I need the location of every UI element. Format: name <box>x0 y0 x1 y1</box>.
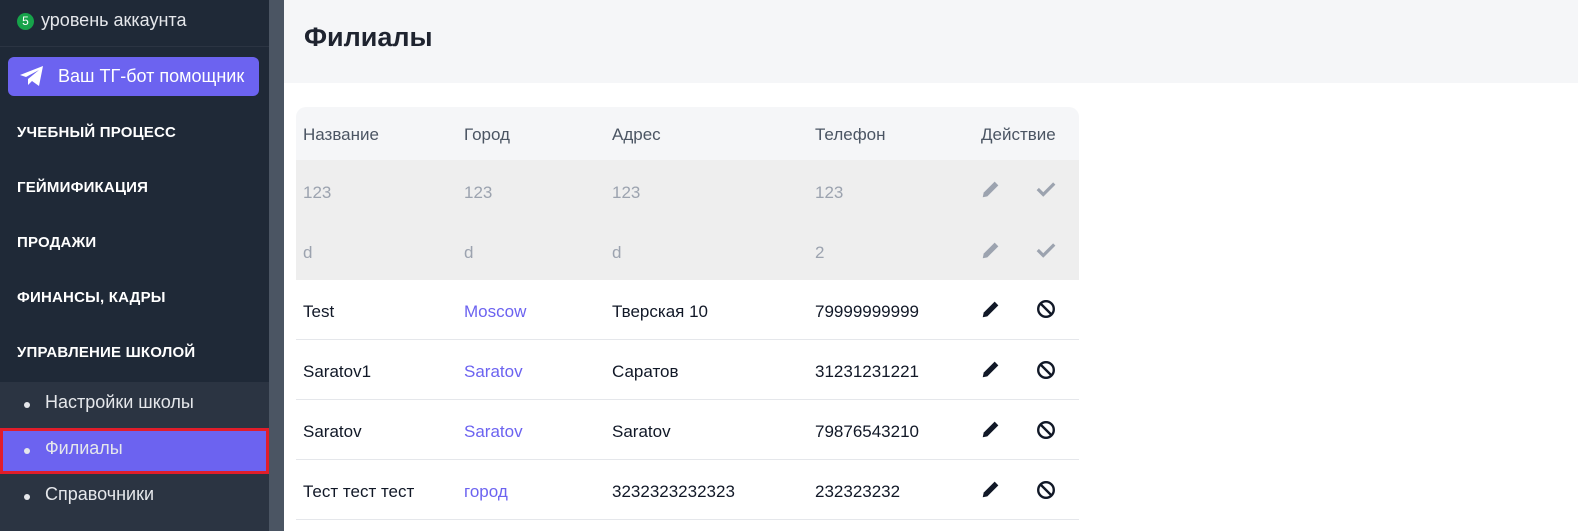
edit-icon[interactable] <box>980 358 1002 380</box>
main-content: Филиалы Название Город Адрес Телефон Дей… <box>284 0 1578 531</box>
block-icon[interactable] <box>1035 419 1057 441</box>
cell-name: Saratov <box>303 422 362 441</box>
column-header-action: Действие <box>981 125 1056 144</box>
cell-phone: 31231231221 <box>815 362 920 381</box>
table-row: Saratov Saratov Saratov 79876543210 <box>296 400 1079 460</box>
bullet-icon <box>24 448 30 454</box>
column-header-city[interactable]: Город <box>464 125 510 145</box>
cell-address: d <box>612 243 622 262</box>
sidebar-item-references[interactable]: Справочники <box>0 474 269 520</box>
block-icon[interactable] <box>1035 298 1057 320</box>
edit-icon[interactable] <box>980 298 1002 320</box>
cell-phone: 232323232 <box>815 482 901 501</box>
cell-city: 123 <box>464 183 493 202</box>
cell-city-link[interactable]: Saratov <box>464 422 523 442</box>
cell-phone: 123 <box>815 183 844 202</box>
table-row: Test Moscow Тверская 10 79999999999 <box>296 280 1079 340</box>
block-icon[interactable] <box>1035 359 1057 381</box>
edit-icon[interactable] <box>980 239 1002 261</box>
sidebar-section-finance[interactable]: ФИНАНСЫ, КАДРЫ <box>0 272 269 322</box>
cell-city-link[interactable]: Saratov <box>464 362 523 382</box>
account-level[interactable]: 5 уровень аккаунта <box>0 0 269 47</box>
cell-city-link[interactable]: город <box>464 482 508 502</box>
cell-address: 3232323232323 <box>612 482 735 501</box>
confirm-check-icon[interactable] <box>1035 239 1057 261</box>
cell-city-link[interactable]: Moscow <box>464 302 526 322</box>
sidebar-section-label: ПРОДАЖИ <box>17 234 97 251</box>
sidebar: 5 уровень аккаунта Ваш ТГ-бот помощник У… <box>0 0 269 531</box>
sidebar-item-label: Справочники <box>45 484 155 504</box>
column-header-name[interactable]: Название <box>303 125 379 145</box>
cell-address: Тверская 10 <box>612 302 708 321</box>
sidebar-submenu: Настройки школы Филиалы Справочники <box>0 382 269 531</box>
cell-phone: 2 <box>815 243 825 262</box>
cell-phone: 79999999999 <box>815 302 920 321</box>
sidebar-item-school-settings[interactable]: Настройки школы <box>0 382 269 428</box>
telegram-icon <box>20 66 43 86</box>
table-header: Название Город Адрес Телефон Действие <box>296 107 1079 160</box>
page-title: Филиалы <box>304 22 433 52</box>
account-level-badge: 5 <box>17 13 34 30</box>
draft-row: d d d 2 <box>296 220 1079 280</box>
sidebar-scrollbar[interactable] <box>269 0 284 531</box>
bullet-icon <box>24 402 30 408</box>
confirm-check-icon[interactable] <box>1035 178 1057 200</box>
sidebar-section-label: УПРАВЛЕНИЕ ШКОЛОЙ <box>17 344 196 361</box>
cell-name: Test <box>303 302 335 321</box>
edit-icon[interactable] <box>980 478 1002 500</box>
sidebar-section-learning[interactable]: УЧЕБНЫЙ ПРОЦЕСС <box>0 107 269 157</box>
bullet-icon <box>24 494 30 500</box>
sidebar-section-school-management[interactable]: УПРАВЛЕНИЕ ШКОЛОЙ <box>0 327 269 377</box>
app: 5 уровень аккаунта Ваш ТГ-бот помощник У… <box>0 0 1578 531</box>
sidebar-section-label: УЧЕБНЫЙ ПРОЦЕСС <box>17 124 177 141</box>
column-header-address[interactable]: Адрес <box>612 125 661 145</box>
page-header: Филиалы <box>284 0 1578 83</box>
cell-name: Saratov1 <box>303 362 372 381</box>
table-row: Saratov1 Saratov Саратов 31231231221 <box>296 340 1079 400</box>
column-header-phone[interactable]: Телефон <box>815 125 886 145</box>
sidebar-section-sales[interactable]: ПРОДАЖИ <box>0 217 269 267</box>
cell-name: Тест тест тест <box>303 482 415 501</box>
cell-address: 123 <box>612 183 641 202</box>
draft-row: 123 123 123 123 <box>296 160 1079 220</box>
table-row: Тест тест тест город 3232323232323 23232… <box>296 460 1079 520</box>
sidebar-item-label: Настройки школы <box>45 392 194 412</box>
branches-table: Название Город Адрес Телефон Действие 12… <box>296 107 1079 520</box>
cell-city: d <box>464 243 474 262</box>
account-level-label: уровень аккаунта <box>41 10 187 30</box>
tg-bot-button-label: Ваш ТГ-бот помощник <box>58 66 245 86</box>
sidebar-section-label: ГЕЙМИФИКАЦИЯ <box>17 179 149 196</box>
block-icon[interactable] <box>1035 479 1057 501</box>
cell-address: Саратов <box>612 362 679 381</box>
cell-name: 123 <box>303 183 332 202</box>
edit-icon[interactable] <box>980 418 1002 440</box>
edit-icon[interactable] <box>980 178 1002 200</box>
cell-name: d <box>303 243 313 262</box>
sidebar-section-gamification[interactable]: ГЕЙМИФИКАЦИЯ <box>0 162 269 212</box>
sidebar-item-label: Филиалы <box>45 438 123 458</box>
cell-address: Saratov <box>612 422 671 441</box>
cell-phone: 79876543210 <box>815 422 920 441</box>
sidebar-item-branches[interactable]: Филиалы <box>0 428 269 474</box>
sidebar-section-label: ФИНАНСЫ, КАДРЫ <box>17 289 166 306</box>
tg-bot-button[interactable]: Ваш ТГ-бот помощник <box>8 57 259 96</box>
